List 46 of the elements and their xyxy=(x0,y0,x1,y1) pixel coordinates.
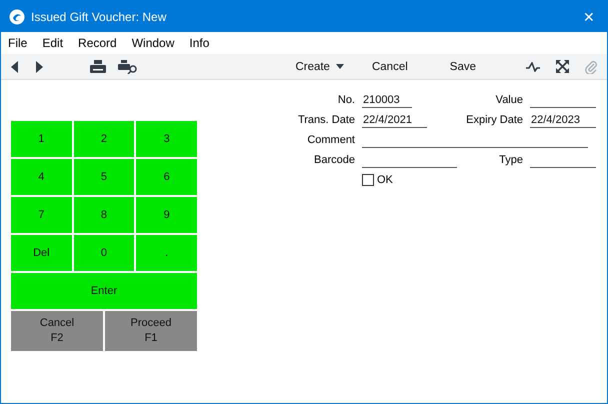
keypad-key[interactable]: 9 xyxy=(136,197,197,233)
checkbox[interactable] xyxy=(362,174,374,186)
keypad-key[interactable]: 7 xyxy=(11,197,72,233)
field-label: Type xyxy=(498,154,523,166)
keypad-key[interactable]: 6 xyxy=(136,159,197,195)
keypad-key[interactable]: 3 xyxy=(136,121,197,157)
menu-item[interactable]: Edit xyxy=(42,36,64,50)
menu-item[interactable]: Record xyxy=(78,36,117,50)
app-logo-icon xyxy=(9,8,25,24)
menu-item[interactable]: Window xyxy=(132,36,174,50)
menu-item[interactable]: Info xyxy=(189,36,210,50)
next-button[interactable] xyxy=(36,60,43,72)
keypad-key[interactable]: 5 xyxy=(74,159,134,195)
field-label: Barcode xyxy=(313,154,355,166)
save-button[interactable]: Save xyxy=(450,60,476,72)
action-button[interactable]: Proceed F1 xyxy=(105,311,197,351)
create-button[interactable]: Create xyxy=(295,60,344,72)
keypad-key[interactable]: 8 xyxy=(74,197,134,233)
date-field[interactable]: 22/4/2021 xyxy=(362,112,427,128)
print-preview-button[interactable] xyxy=(118,60,138,74)
number-field[interactable]: 210003 xyxy=(362,92,412,108)
previous-button[interactable] xyxy=(11,60,18,72)
enter-button[interactable]: Enter xyxy=(11,273,197,309)
field-label: Expiry Date xyxy=(465,114,523,126)
action-button[interactable]: Cancel F2 xyxy=(11,311,103,351)
window-title: Issued Gift Voucher: New xyxy=(31,10,168,24)
print-button[interactable] xyxy=(90,60,106,73)
keypad-key[interactable]: 1 xyxy=(11,121,72,157)
date-field[interactable]: 22/4/2023 xyxy=(530,112,596,128)
paperclip-icon[interactable] xyxy=(585,59,597,74)
field-label: Comment xyxy=(306,134,355,146)
keypad-key[interactable]: 0 xyxy=(74,235,134,271)
keypad-key[interactable]: 2 xyxy=(74,121,134,157)
caret-icon xyxy=(336,64,344,69)
keypad-key[interactable]: Del xyxy=(11,235,72,271)
menu-item[interactable]: File xyxy=(8,36,28,50)
keypad-key[interactable]: . xyxy=(136,235,197,271)
cancel-button[interactable]: Cancel xyxy=(372,60,408,72)
field-label: Trans. Date xyxy=(296,114,355,126)
field-label: Value xyxy=(494,94,523,106)
keypad-key[interactable]: 4 xyxy=(11,159,72,195)
checkbox-label: OK xyxy=(377,174,393,186)
field-label: No. xyxy=(336,94,355,106)
close-button[interactable]: ✕ xyxy=(579,8,599,24)
activity-icon[interactable] xyxy=(526,62,540,72)
expand-icon[interactable] xyxy=(556,60,569,73)
